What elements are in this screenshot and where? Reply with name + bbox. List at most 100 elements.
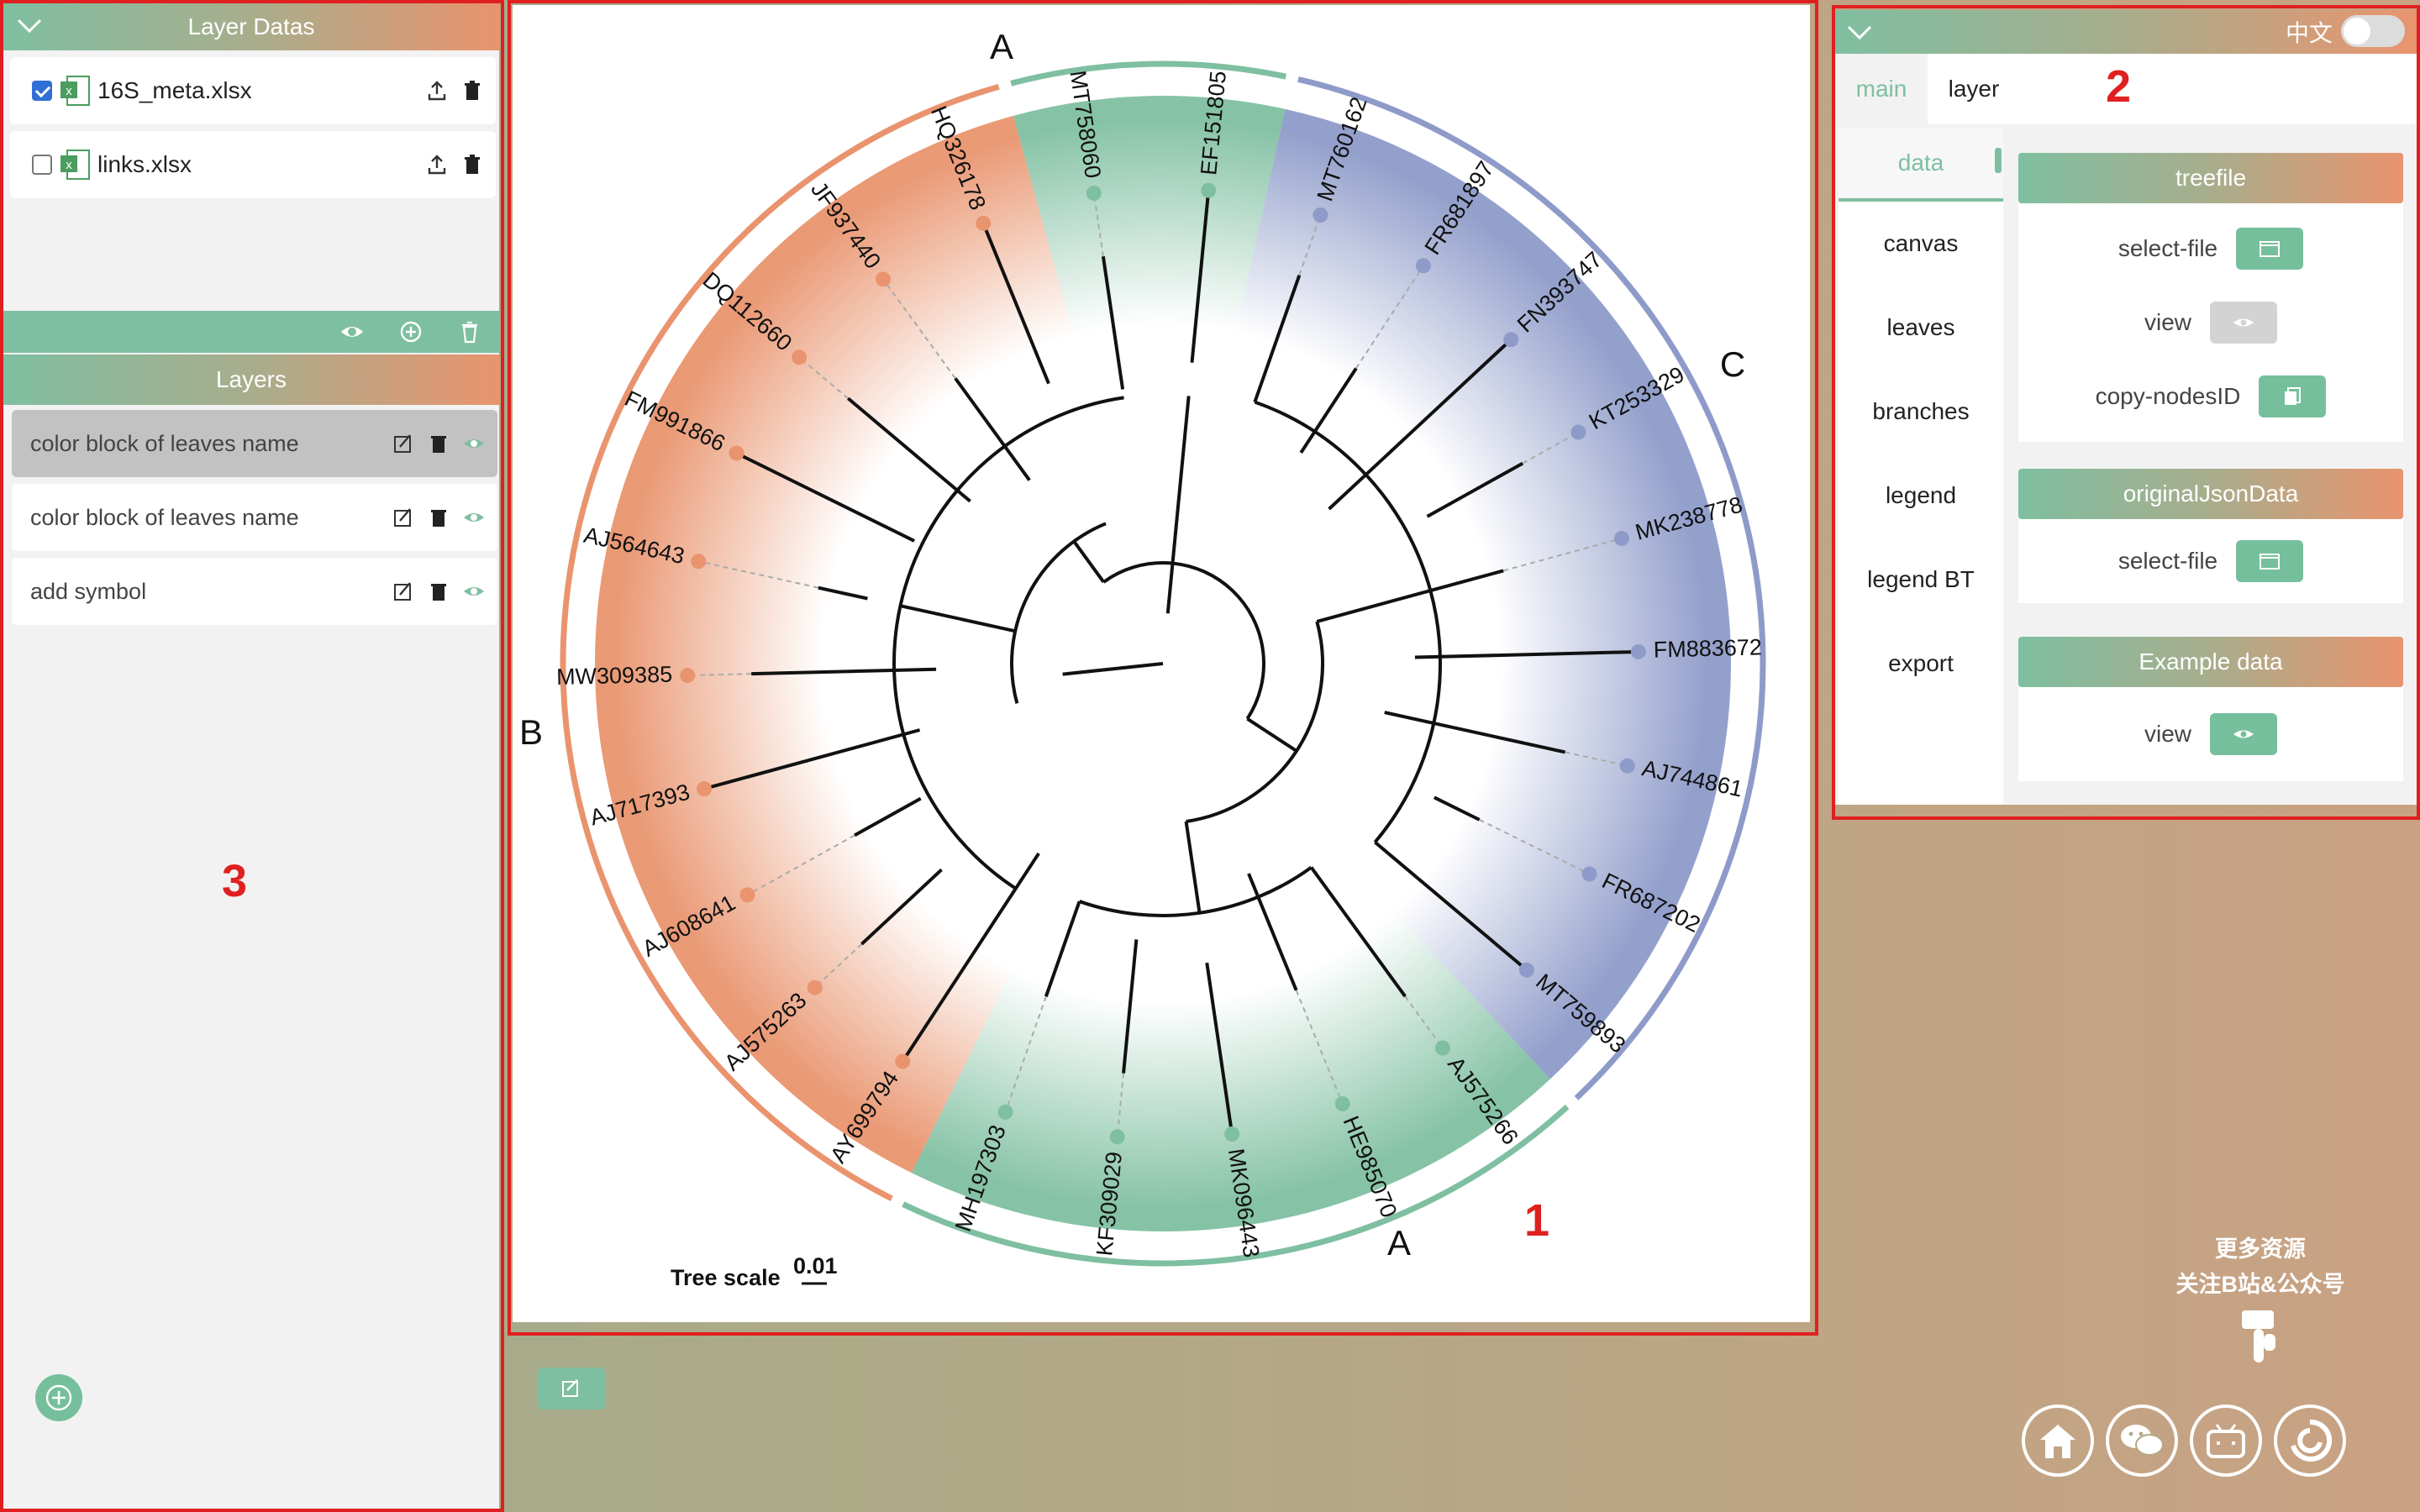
leaf-tip [1086,185,1102,201]
eye-icon[interactable] [462,432,486,455]
edit-icon[interactable] [392,580,415,603]
trash-icon[interactable] [457,319,482,344]
nav-item-legend-bt[interactable]: legend BT [1839,538,2003,622]
nav-item-export[interactable]: export [1839,622,2003,706]
eye-icon[interactable] [462,580,486,603]
folder-icon [2260,554,2281,570]
field-row: view [2018,697,2403,771]
trash-icon[interactable] [460,153,484,176]
file-checkbox[interactable] [32,81,52,101]
tree-scale-label: Tree scale [671,1265,781,1290]
field-label: select-file [2118,235,2218,261]
excel-file-icon: x [60,76,90,106]
upload-icon[interactable] [425,153,449,176]
section-title: Example data [2018,637,2403,687]
field-label: view [2144,721,2191,747]
settings-header: 中文 [1835,10,2417,54]
refresh-logo-button[interactable] [2274,1404,2346,1477]
chevron-down-icon[interactable] [1845,18,1874,47]
tree-branch [1062,662,1164,676]
nav-item-branches[interactable]: branches [1839,370,2003,454]
eye-icon [2233,318,2254,327]
layer-label: color block of leaves name [30,504,299,530]
edit-button[interactable] [538,1368,605,1410]
nav-scroll-marker [1995,148,2002,173]
leaf-tip [691,554,707,570]
leaf-tip [729,445,744,461]
select-file-button[interactable] [2236,228,2304,270]
leaf-label: MW309385 [556,662,673,690]
leaf-tip [997,1105,1013,1121]
tree-branch [900,604,1016,633]
leaf-tip [895,1053,911,1069]
tab-main[interactable]: main [1835,54,1928,124]
layer-item[interactable]: color block of leaves name [12,410,497,477]
promo-line-2: 关注B站&公众号 [2175,1272,2345,1297]
layer-item[interactable]: add symbol [12,558,497,625]
tree-canvas[interactable]: EF151805 MT760162 FR681897 FN393747 KT253329… [513,5,1810,1322]
trash-icon[interactable] [427,580,450,603]
select-file-button[interactable] [2236,540,2304,582]
tree-branch [1072,540,1106,584]
edit-icon[interactable] [392,432,415,455]
home-button[interactable] [2022,1404,2094,1477]
field-row: select-file [2018,524,2403,598]
plus-icon [45,1384,72,1411]
field-label: copy-nodesID [2095,383,2241,409]
bilibili-button[interactable] [2190,1404,2262,1477]
layer-datas-header: Layer Datas [3,3,499,50]
tab-layer[interactable]: layer [1928,54,2020,124]
trash-icon[interactable] [427,506,450,529]
tree-branch [1102,561,1265,720]
trash-icon[interactable] [427,432,450,455]
leaf-tip [1570,424,1586,440]
clade-label-left: B [519,712,543,752]
wechat-button[interactable] [2106,1404,2178,1477]
nav-item-legend[interactable]: legend [1839,454,2003,538]
nav-item-leaves[interactable]: leaves [1839,286,2003,370]
nav-item-canvas[interactable]: canvas [1839,202,2003,286]
leaf-tip [1224,1126,1240,1142]
clade-label-top: A [990,27,1013,66]
section-title: treefile [2018,153,2403,203]
edit-icon [562,1379,578,1397]
field-label: select-file [2118,548,2218,574]
tree-branch [1010,522,1107,704]
trash-icon[interactable] [460,79,484,102]
leaf-tip [680,668,696,684]
folder-icon [2260,241,2281,257]
copy-nodes-id-button[interactable] [2259,375,2327,417]
view-button[interactable] [2210,713,2277,755]
upload-icon[interactable] [425,79,449,102]
layer-panel: Layer Datas x 16S_meta.xlsx x links.xlsx… [3,3,499,1509]
leaf-tip [1334,1096,1350,1112]
leaf-tip [1518,962,1534,978]
nav-item-data[interactable]: data [1839,128,2003,202]
file-row[interactable]: x 16S_meta.xlsx [10,57,496,124]
add-circle-icon[interactable] [398,319,424,344]
language-toggle[interactable] [2341,15,2405,47]
layers-toolbar [3,311,499,353]
leaf-tip [1503,332,1519,348]
eye-icon[interactable] [462,506,486,529]
tree-branch [954,377,1031,481]
excel-file-icon: x [60,150,90,180]
file-checkbox[interactable] [32,155,52,175]
tree-branch [1044,900,1081,997]
leaf-tip [1201,182,1217,198]
clade-label-bottom: A [1387,1223,1411,1263]
clade-outer-arc [1010,60,1287,87]
add-layer-button[interactable] [35,1374,82,1421]
leaf-tip [1630,643,1646,659]
file-row[interactable]: x links.xlsx [10,131,496,198]
leaf-tip [1313,207,1328,223]
layer-label: add symbol [30,578,147,604]
chevron-down-icon[interactable] [15,12,44,40]
layer-item[interactable]: color block of leaves name [12,484,497,551]
edit-icon[interactable] [392,506,415,529]
layer-datas-title: Layer Datas [187,13,315,39]
leaf-label: FM883672 [1653,634,1762,662]
view-button[interactable] [2210,302,2277,344]
leaf-tip [1581,866,1597,882]
eye-icon[interactable] [339,319,365,344]
